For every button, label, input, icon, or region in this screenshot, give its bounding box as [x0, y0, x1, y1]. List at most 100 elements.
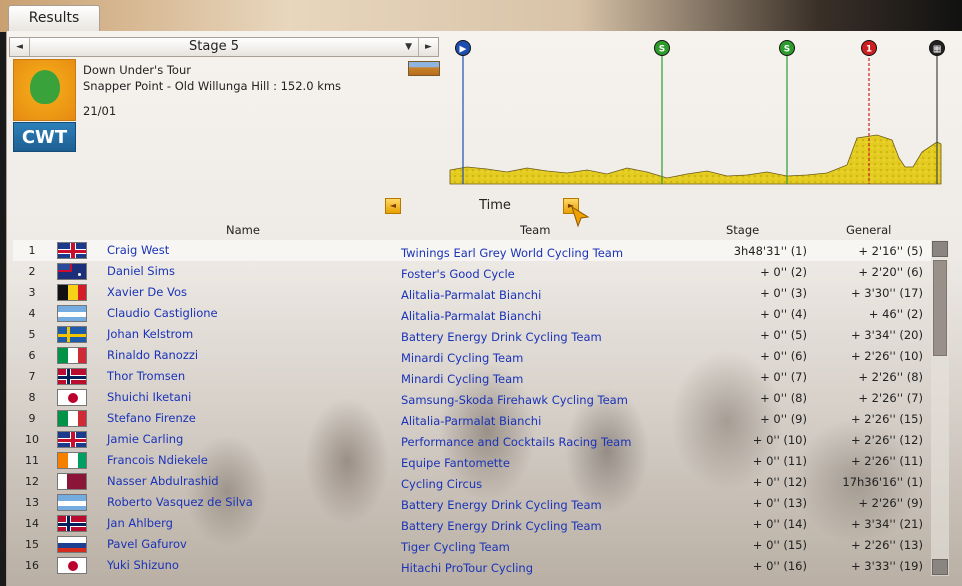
- rank-number: 10: [25, 433, 39, 446]
- stage-time: + 0'' (11): [752, 454, 807, 468]
- mouse-cursor-icon: [571, 205, 590, 228]
- rider-name-link[interactable]: Roberto Vasquez de Silva: [107, 495, 253, 509]
- table-row[interactable]: 12 Nasser Abdulrashid Cycling Circus + 0'' …: [13, 471, 931, 492]
- profile-marker-start: ▶: [455, 40, 471, 56]
- rider-name-link[interactable]: Rinaldo Ranozzi: [107, 348, 198, 362]
- general-time: + 3'34'' (21): [851, 517, 923, 531]
- rider-name-link[interactable]: Johan Kelstrom: [107, 327, 193, 341]
- table-row[interactable]: 13 Roberto Vasquez de Silva Battery Energy…: [13, 492, 931, 513]
- tab-results[interactable]: Results: [8, 5, 100, 32]
- table-row[interactable]: 2 Daniel Sims Foster's Good Cycle + 0'' (2)…: [13, 261, 931, 282]
- team-name-link[interactable]: Alitalia-Parmalat Bianchi: [401, 288, 541, 302]
- rider-name-link[interactable]: Jan Ahlberg: [107, 516, 173, 530]
- race-route: Snapper Point - Old Willunga Hill : 152.…: [83, 79, 342, 93]
- rider-name-link[interactable]: Jamie Carling: [107, 432, 183, 446]
- rider-name-link[interactable]: Daniel Sims: [107, 264, 175, 278]
- team-name-link[interactable]: Tiger Cycling Team: [401, 540, 510, 554]
- team-name-link[interactable]: Minardi Cycling Team: [401, 372, 523, 386]
- scroll-up-button[interactable]: [932, 241, 948, 257]
- team-name-link[interactable]: Hitachi ProTour Cycling: [401, 561, 533, 575]
- rank-number: 15: [25, 538, 39, 551]
- scrollbar[interactable]: [931, 240, 949, 576]
- team-name-link[interactable]: Alitalia-Parmalat Bianchi: [401, 414, 541, 428]
- rider-name-link[interactable]: Stefano Firenze: [107, 411, 196, 425]
- stage-time: + 0'' (10): [752, 433, 807, 447]
- stage-time: + 0'' (5): [760, 328, 807, 342]
- table-row[interactable]: 11 Francois Ndiekele Equipe Fantomette + 0'…: [13, 450, 931, 471]
- results-table: 1 Craig West Twinings Earl Grey World Cycl…: [13, 240, 931, 576]
- column-header-stage[interactable]: Stage: [726, 223, 759, 237]
- prev-stage-button[interactable]: ◄: [10, 38, 30, 56]
- flag-icon-qa: [57, 473, 87, 490]
- profile-marker-sprint: S: [654, 40, 670, 56]
- flag-icon-ar: [57, 494, 87, 511]
- rider-name-link[interactable]: Yuki Shizuno: [107, 558, 179, 572]
- rider-name-link[interactable]: Thor Tromsen: [107, 369, 185, 383]
- rider-name-link[interactable]: Xavier De Vos: [107, 285, 187, 299]
- team-name-link[interactable]: Foster's Good Cycle: [401, 267, 515, 281]
- general-time: + 2'26'' (13): [851, 538, 923, 552]
- general-time: + 2'20'' (6): [858, 265, 923, 279]
- rank-number: 5: [28, 328, 36, 341]
- team-name-link[interactable]: Battery Energy Drink Cycling Team: [401, 498, 602, 512]
- svg-text:S: S: [784, 45, 790, 55]
- table-row[interactable]: 15 Pavel Gafurov Tiger Cycling Team + 0'' (…: [13, 534, 931, 555]
- rider-name-link[interactable]: Shuichi Iketani: [107, 390, 191, 404]
- table-row[interactable]: 8 Shuichi Iketani Samsung-Skoda Firehawk C…: [13, 387, 931, 408]
- stage-time: + 0'' (15): [752, 538, 807, 552]
- rank-number: 14: [25, 517, 39, 530]
- chevron-down-icon[interactable]: ▼: [405, 38, 412, 56]
- table-row[interactable]: 14 Jan Ahlberg Battery Energy Drink Cyclin…: [13, 513, 931, 534]
- next-stage-button[interactable]: ►: [418, 38, 438, 56]
- general-time: + 46'' (2): [868, 307, 923, 321]
- race-name: Down Under's Tour: [83, 63, 191, 77]
- table-row[interactable]: 10 Jamie Carling Performance and Cocktails…: [13, 429, 931, 450]
- table-row[interactable]: 6 Rinaldo Ranozzi Minardi Cycling Team + 0'…: [13, 345, 931, 366]
- stage-selector[interactable]: ◄ Stage 5 ▼ ►: [9, 37, 439, 57]
- flag-icon-ar: [57, 305, 87, 322]
- column-header-general[interactable]: General: [846, 223, 891, 237]
- stage-label: Stage 5: [189, 39, 239, 54]
- svg-text:1: 1: [866, 45, 872, 55]
- team-name-link[interactable]: Performance and Cocktails Racing Team: [401, 435, 631, 449]
- team-name-link[interactable]: Equipe Fantomette: [401, 456, 510, 470]
- sort-label: Time: [479, 198, 511, 213]
- rider-name-link[interactable]: Claudio Castiglione: [107, 306, 218, 320]
- rider-name-link[interactable]: Francois Ndiekele: [107, 453, 208, 467]
- rank-number: 16: [25, 559, 39, 572]
- rider-name-link[interactable]: Nasser Abdulrashid: [107, 474, 219, 488]
- table-row[interactable]: 16 Yuki Shizuno Hitachi ProTour Cycling + 0…: [13, 555, 931, 576]
- scroll-down-button[interactable]: [932, 559, 948, 575]
- table-row[interactable]: 4 Claudio Castiglione Alitalia-Parmalat Bi…: [13, 303, 931, 324]
- flag-icon-ci: [57, 452, 87, 469]
- table-row[interactable]: 7 Thor Tromsen Minardi Cycling Team + 0'' (…: [13, 366, 931, 387]
- rank-number: 7: [28, 370, 36, 383]
- general-time: + 3'33'' (19): [851, 559, 923, 573]
- stage-time: + 0'' (8): [760, 391, 807, 405]
- general-time: + 2'26'' (15): [851, 412, 923, 426]
- column-header-name[interactable]: Name: [226, 223, 260, 237]
- rider-name-link[interactable]: Craig West: [107, 243, 169, 257]
- table-row[interactable]: 1 Craig West Twinings Earl Grey World Cycl…: [13, 240, 931, 261]
- stage-time: + 0'' (9): [760, 412, 807, 426]
- rank-number: 4: [28, 307, 36, 320]
- team-name-link[interactable]: Alitalia-Parmalat Bianchi: [401, 309, 541, 323]
- flag-icon-se: [57, 326, 87, 343]
- team-name-link[interactable]: Battery Energy Drink Cycling Team: [401, 519, 602, 533]
- flag-icon-no: [57, 515, 87, 532]
- table-row[interactable]: 5 Johan Kelstrom Battery Energy Drink Cycl…: [13, 324, 931, 345]
- table-row[interactable]: 9 Stefano Firenze Alitalia-Parmalat Bianch…: [13, 408, 931, 429]
- table-row[interactable]: 3 Xavier De Vos Alitalia-Parmalat Bianchi +…: [13, 282, 931, 303]
- team-name-link[interactable]: Minardi Cycling Team: [401, 351, 523, 365]
- column-header-team[interactable]: Team: [520, 223, 550, 237]
- team-name-link[interactable]: Battery Energy Drink Cycling Team: [401, 330, 602, 344]
- team-name-link[interactable]: Cycling Circus: [401, 477, 482, 491]
- team-name-link[interactable]: Samsung-Skoda Firehawk Cycling Team: [401, 393, 628, 407]
- stage-time: + 0'' (4): [760, 307, 807, 321]
- scroll-thumb[interactable]: [933, 260, 947, 356]
- rider-name-link[interactable]: Pavel Gafurov: [107, 537, 187, 551]
- team-name-link[interactable]: Twinings Earl Grey World Cycling Team: [401, 246, 623, 260]
- top-bar: [0, 0, 962, 32]
- sort-prev-button[interactable]: ◄: [385, 198, 401, 214]
- flag-icon-au: [57, 263, 87, 280]
